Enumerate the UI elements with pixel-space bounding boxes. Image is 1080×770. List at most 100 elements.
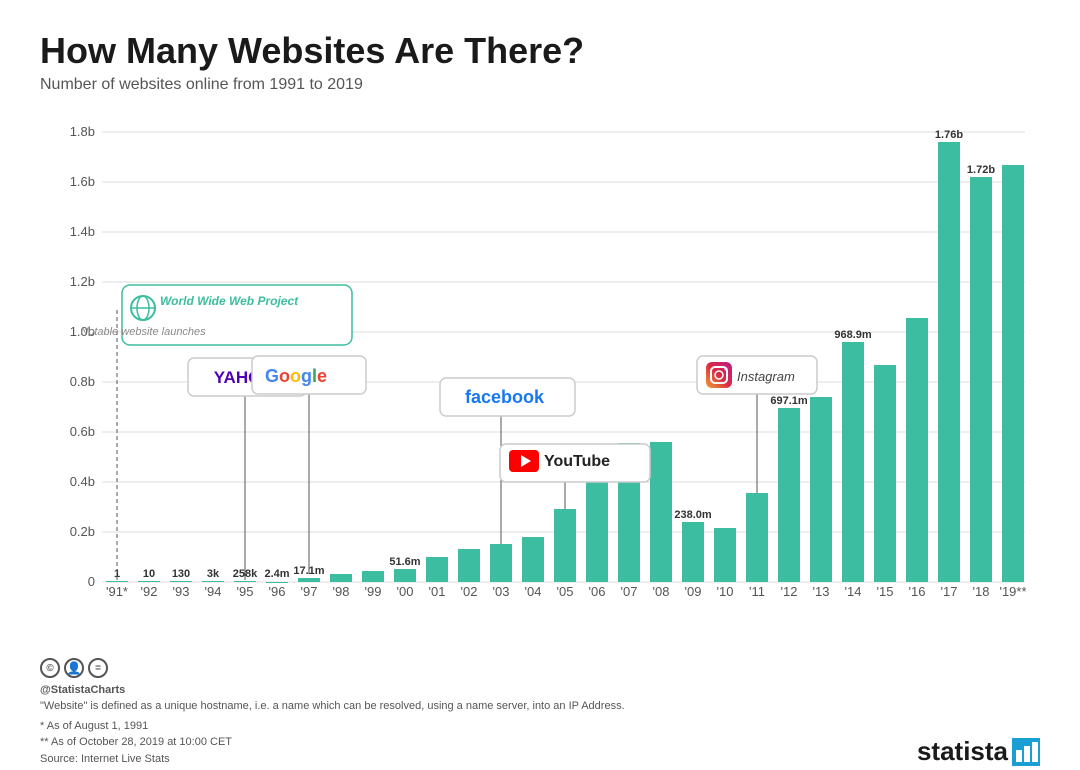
- x-label-09: '09: [685, 584, 702, 599]
- bar-93: [170, 581, 192, 582]
- x-label-08: '08: [653, 584, 670, 599]
- val-label-14: 968.9m: [834, 329, 872, 341]
- x-label-03: '03: [493, 584, 510, 599]
- person-icon: 👤: [64, 658, 84, 678]
- anno-sublabel-www: Notable website launches: [80, 326, 206, 338]
- footer-notes: * As of August 1, 1991 ** As of October …: [40, 718, 625, 768]
- bar-97: [298, 578, 320, 582]
- x-label-92: '92: [141, 584, 158, 599]
- anno-label-www: World Wide Web Project: [160, 294, 299, 308]
- x-label-18: '18: [973, 584, 990, 599]
- statista-label: statista: [917, 736, 1008, 767]
- bar-12: [778, 408, 800, 582]
- x-label-15: '15: [877, 584, 894, 599]
- val-label-18: 1.72b: [967, 164, 995, 176]
- x-label-14: '14: [845, 584, 862, 599]
- bar-09: [682, 522, 704, 582]
- x-label-04: '04: [525, 584, 542, 599]
- x-label-94: '94: [205, 584, 222, 599]
- x-label-95: '95: [237, 584, 254, 599]
- x-label-06: '06: [589, 584, 606, 599]
- bar-04: [522, 537, 544, 582]
- val-label-92: 10: [143, 568, 155, 580]
- bar-18: [970, 177, 992, 582]
- val-label-93: 130: [172, 568, 190, 580]
- x-label-02: '02: [461, 584, 478, 599]
- bar-02: [458, 549, 480, 582]
- val-label-12: 697.1m: [770, 395, 808, 407]
- source: Source: Internet Live Stats: [40, 753, 170, 765]
- x-label-19: '19**: [999, 584, 1026, 599]
- x-label-99: '99: [365, 584, 382, 599]
- statista-logo: statista: [917, 736, 1040, 767]
- bar-16: [906, 318, 928, 582]
- x-label-07: '07: [621, 584, 638, 599]
- note1: * As of August 1, 1991: [40, 720, 148, 732]
- definition-text: "Website" is defined as a unique hostnam…: [40, 698, 625, 715]
- bar-08: [650, 442, 672, 582]
- val-label-96: 2.4m: [264, 568, 289, 580]
- bar-10: [714, 528, 736, 582]
- bar-99: [362, 571, 384, 582]
- statista-icon: [1012, 738, 1040, 766]
- bar-92: [138, 581, 160, 582]
- chart-area: .axis-label { font-family: Arial, sans-s…: [40, 110, 1040, 650]
- val-label-94: 3k: [207, 568, 220, 580]
- x-label-93: '93: [173, 584, 190, 599]
- bar-19: [1002, 165, 1024, 582]
- y-label-08b: 0.8b: [70, 374, 95, 389]
- bar-95: [234, 581, 256, 582]
- brand-label: @StatistaCharts: [40, 684, 625, 696]
- anno-label-facebook: facebook: [465, 387, 545, 407]
- equals-icon: =: [88, 658, 108, 678]
- note2: ** As of October 28, 2019 at 10:00 CET: [40, 736, 232, 748]
- y-label-12b: 1.2b: [70, 274, 95, 289]
- ig-bg: [706, 362, 732, 388]
- y-label-04b: 0.4b: [70, 474, 95, 489]
- x-label-98: '98: [333, 584, 350, 599]
- bar-05: [554, 509, 576, 582]
- x-label-11: '11: [749, 584, 765, 599]
- bar-98: [330, 574, 352, 582]
- cc-icons: © 👤 =: [40, 658, 625, 678]
- bar-96: [266, 582, 288, 583]
- footer-definition: "Website" is defined as a unique hostnam…: [40, 698, 625, 767]
- y-label-18b: 1.8b: [70, 124, 95, 139]
- x-label-00: '00: [397, 584, 414, 599]
- footer: © 👤 = @StatistaCharts "Website" is defin…: [40, 658, 1040, 767]
- x-label-17: '17: [941, 584, 958, 599]
- bar-00: [394, 569, 416, 582]
- x-label-96: '96: [269, 584, 286, 599]
- bar-91: [106, 581, 128, 582]
- x-label-10: '10: [717, 584, 734, 599]
- anno-label-google: Google: [265, 366, 327, 386]
- x-label-13: '13: [813, 584, 830, 599]
- chart-title: How Many Websites Are There?: [40, 30, 1040, 72]
- y-label-0: 0: [88, 574, 95, 589]
- y-label-16b: 1.6b: [70, 174, 95, 189]
- anno-label-instagram: Instagram: [737, 369, 795, 384]
- x-label-97: '97: [301, 584, 318, 599]
- bar-chart: .axis-label { font-family: Arial, sans-s…: [40, 110, 1040, 650]
- x-label-01: '01: [429, 584, 446, 599]
- bar-03: [490, 544, 512, 582]
- x-label-91: '91*: [106, 584, 128, 599]
- chart-subtitle: Number of websites online from 1991 to 2…: [40, 76, 1040, 94]
- x-label-05: '05: [557, 584, 574, 599]
- x-label-12: '12: [781, 584, 798, 599]
- val-label-17: 1.76b: [935, 129, 963, 141]
- bar-17: [938, 142, 960, 582]
- y-label-02b: 0.2b: [70, 524, 95, 539]
- bar-94: [202, 581, 224, 582]
- x-label-16: '16: [909, 584, 926, 599]
- bar-13: [810, 397, 832, 582]
- bar-01: [426, 557, 448, 582]
- y-label-06b: 0.6b: [70, 424, 95, 439]
- ig-camera-dot: [725, 368, 728, 371]
- y-label-14b: 1.4b: [70, 224, 95, 239]
- anno-label-youtube: YouTube: [544, 453, 610, 470]
- val-label-00: 51.6m: [389, 556, 420, 568]
- bar-14: [842, 342, 864, 582]
- val-label-09: 238.0m: [674, 509, 712, 521]
- bar-15: [874, 365, 896, 582]
